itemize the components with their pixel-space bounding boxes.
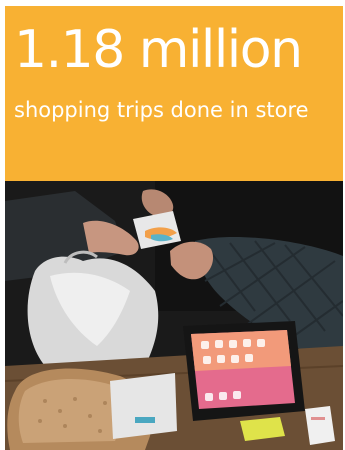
stat-card: 1.18 million shopping trips done in stor… (5, 6, 343, 450)
stat-value: 1.18 million (14, 20, 303, 80)
stat-description: shopping trips done in store (14, 98, 309, 122)
stat-banner: 1.18 million shopping trips done in stor… (5, 6, 343, 181)
checkout-transaction-illustration (5, 181, 343, 450)
checkout-photo (5, 181, 343, 450)
